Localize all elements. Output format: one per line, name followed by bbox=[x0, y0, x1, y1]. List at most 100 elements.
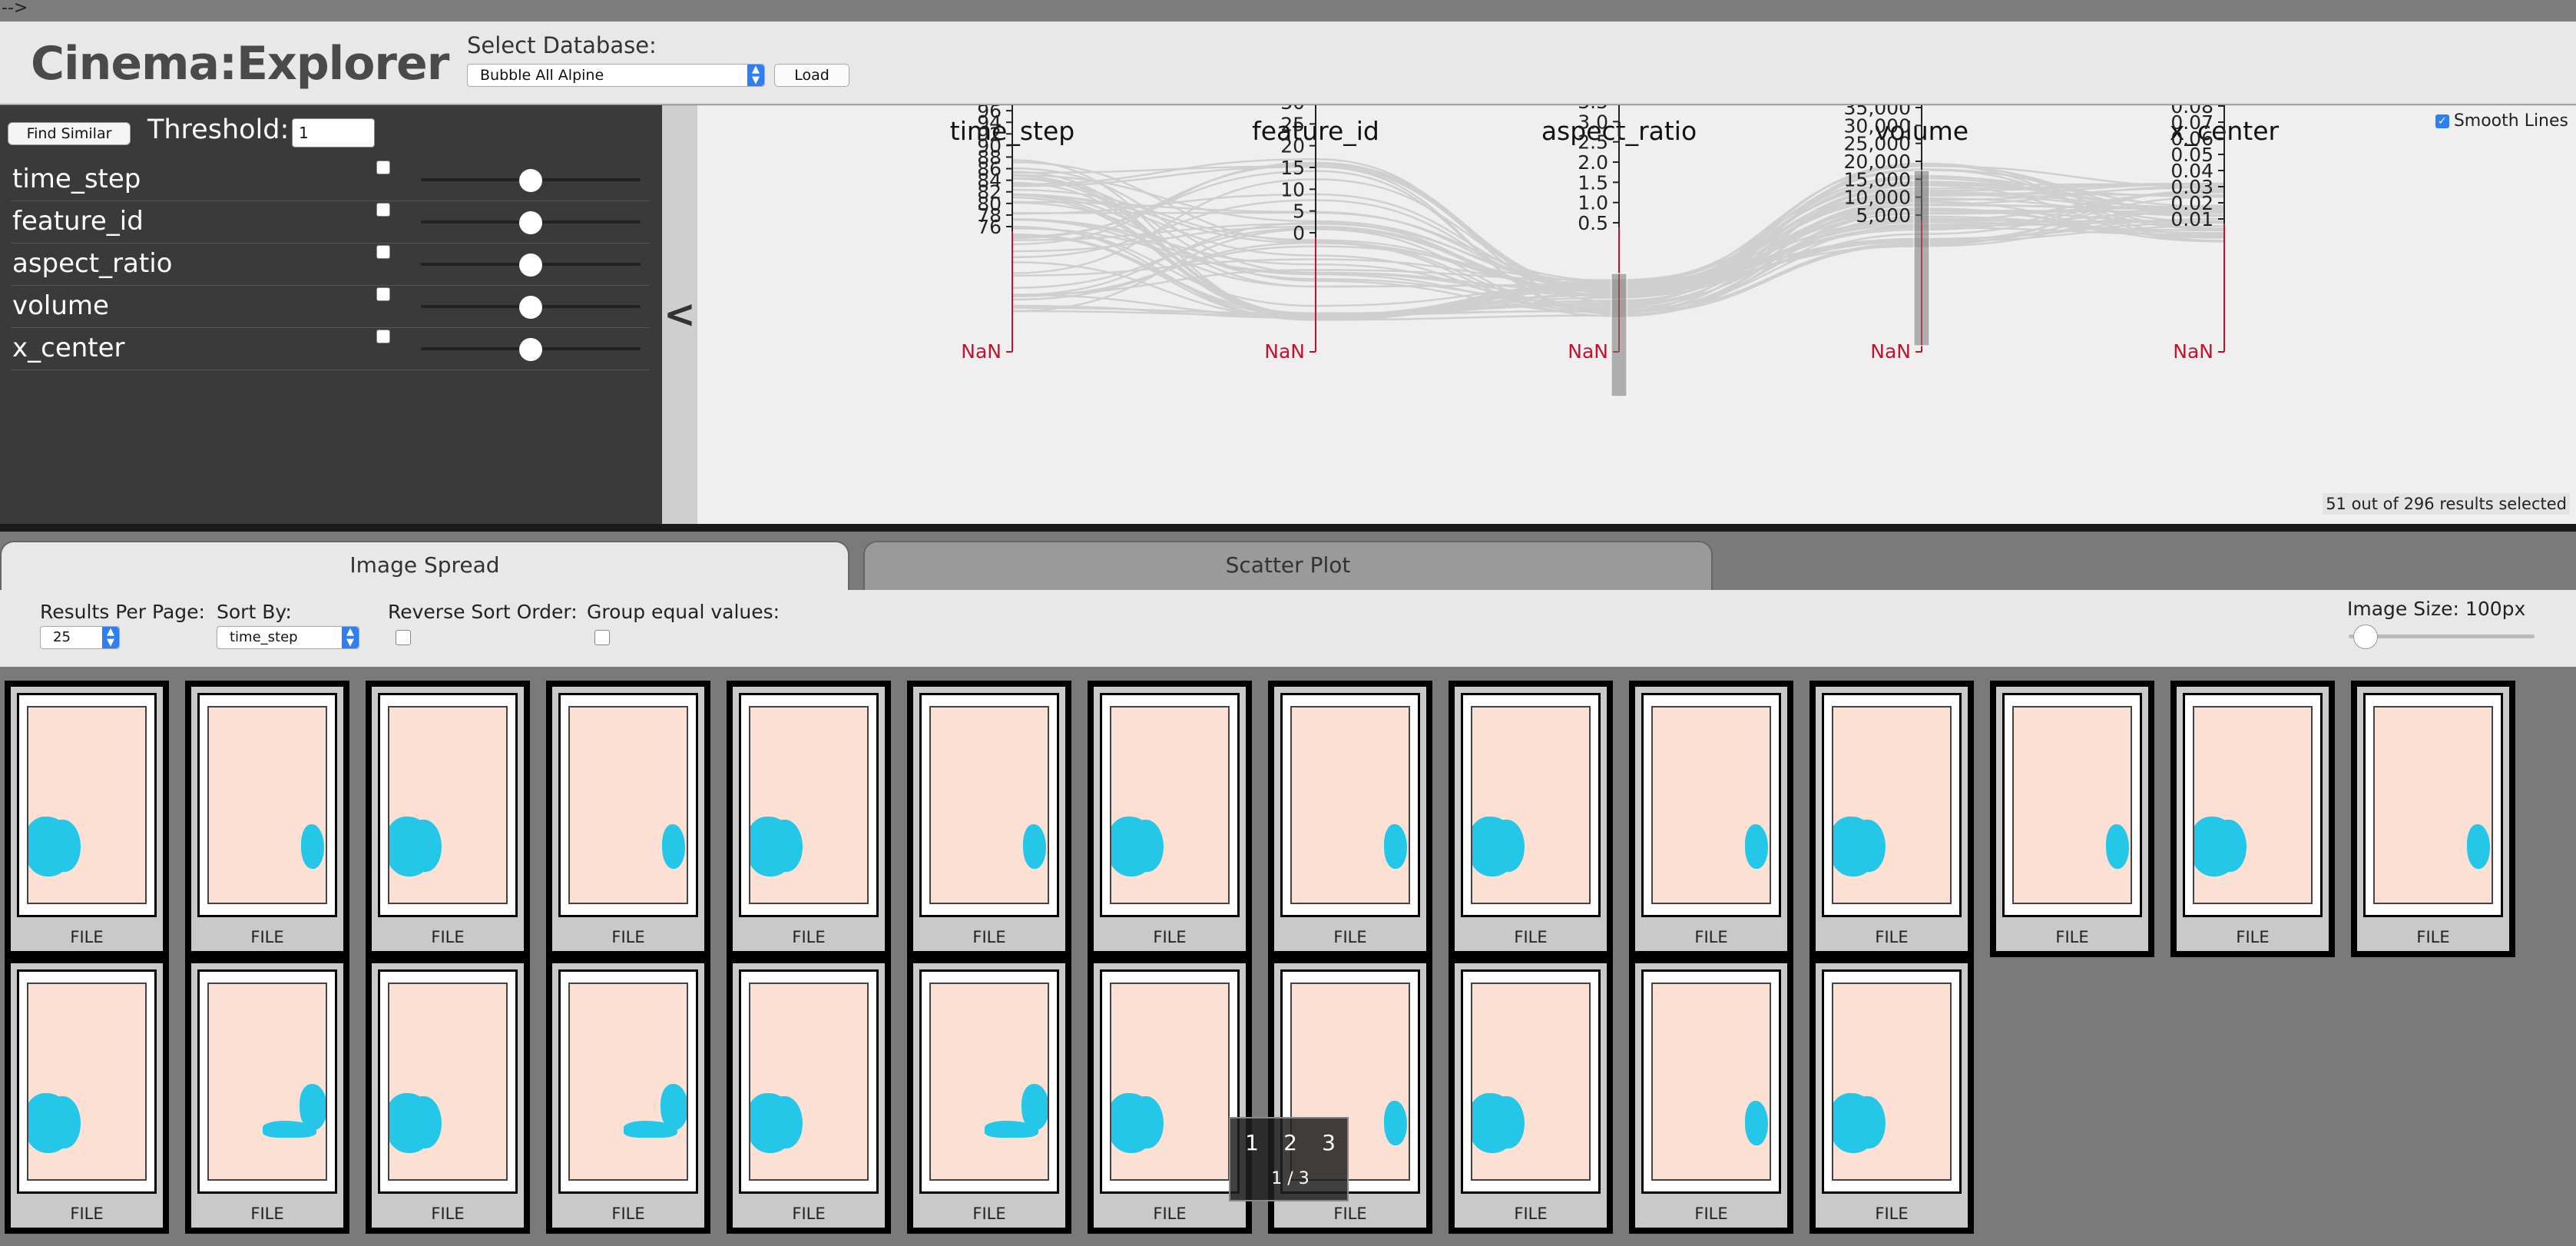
selection-count: 51 out of 296 results selected bbox=[2323, 493, 2570, 515]
find-similar-button[interactable]: Find Similar bbox=[8, 122, 131, 145]
image-card[interactable]: FILE bbox=[185, 957, 349, 1234]
file-label: FILE bbox=[2236, 928, 2270, 946]
dimension-weight-slider-handle[interactable] bbox=[519, 296, 542, 319]
bubble-shape bbox=[47, 820, 81, 872]
image-card[interactable]: FILE bbox=[727, 957, 891, 1234]
dimension-weight-slider-handle[interactable] bbox=[519, 338, 542, 361]
image-card[interactable]: FILE bbox=[5, 681, 169, 957]
axis-tick-label: 1.0 bbox=[1578, 192, 1608, 214]
axis-brush[interactable] bbox=[1913, 170, 1930, 346]
load-button[interactable]: Load bbox=[774, 64, 849, 87]
card-frame bbox=[1461, 693, 1601, 917]
dimension-checkbox[interactable] bbox=[376, 203, 390, 217]
nan-label: NaN bbox=[1264, 340, 1305, 363]
image-card[interactable]: FILE bbox=[1088, 957, 1252, 1234]
collapse-panel-button[interactable]: < bbox=[662, 105, 697, 524]
file-label: FILE bbox=[972, 928, 1006, 946]
smooth-lines-toggle[interactable]: ✓ Smooth Lines bbox=[2435, 111, 2568, 131]
file-label: FILE bbox=[972, 1205, 1006, 1223]
dimension-label: aspect_ratio bbox=[12, 248, 173, 279]
image-card[interactable]: FILE bbox=[1268, 681, 1432, 957]
dimension-weight-slider-handle[interactable] bbox=[519, 254, 542, 277]
image-card[interactable]: FILE bbox=[1629, 681, 1793, 957]
dimension-checkbox[interactable] bbox=[376, 245, 390, 259]
image-card[interactable]: FILE bbox=[1809, 681, 1974, 957]
dimension-checkbox[interactable] bbox=[376, 161, 390, 174]
image-card[interactable]: FILE bbox=[5, 957, 169, 1234]
axis-aspect_ratio[interactable]: aspect_ratio3.53.02.52.01.51.00.5NaN bbox=[1541, 105, 1697, 397]
reverse-sort-checkbox[interactable] bbox=[396, 630, 411, 645]
image-card[interactable]: FILE bbox=[1990, 681, 2154, 957]
tab-image-spread[interactable]: Image Spread bbox=[0, 541, 849, 590]
database-select-value: Bubble All Alpine bbox=[480, 67, 604, 84]
image-card[interactable]: FILE bbox=[546, 957, 710, 1234]
image-card[interactable]: FILE bbox=[727, 681, 891, 957]
result-image bbox=[749, 706, 869, 904]
card-frame bbox=[1100, 969, 1240, 1194]
card-frame bbox=[2183, 693, 2323, 917]
image-card[interactable]: FILE bbox=[1449, 681, 1613, 957]
image-card[interactable]: FILE bbox=[1449, 957, 1613, 1234]
result-image bbox=[1651, 706, 1771, 904]
threshold-input[interactable]: 1 bbox=[292, 118, 375, 147]
bubble-shape bbox=[1491, 820, 1525, 872]
top-comment-strip: --> bbox=[0, 0, 2576, 22]
axis-tick-label: 20 bbox=[1280, 135, 1305, 157]
image-size-slider-handle[interactable] bbox=[2353, 625, 2378, 649]
result-image bbox=[1110, 706, 1230, 904]
file-label: FILE bbox=[250, 1205, 284, 1223]
dimension-checkbox[interactable] bbox=[376, 330, 390, 343]
page-1-button[interactable]: 1 bbox=[1233, 1126, 1270, 1160]
image-card[interactable]: FILE bbox=[1629, 957, 1793, 1234]
database-select[interactable]: Bubble All Alpine ▲ ▼ bbox=[467, 64, 765, 87]
db-label: Select Database: bbox=[467, 32, 657, 58]
nan-label: NaN bbox=[1568, 340, 1608, 363]
axis-tick-label: 0.5 bbox=[1578, 212, 1608, 234]
axis-tick-label: 0 bbox=[1293, 222, 1305, 244]
file-label: FILE bbox=[1694, 1205, 1728, 1223]
bubble-shape bbox=[47, 1096, 81, 1148]
image-card[interactable]: FILE bbox=[2170, 681, 2335, 957]
file-label: FILE bbox=[611, 928, 645, 946]
nan-label: NaN bbox=[961, 340, 1002, 363]
dimension-weight-slider-handle[interactable] bbox=[519, 169, 542, 192]
image-card[interactable]: FILE bbox=[366, 957, 530, 1234]
dimension-weight-slider-handle[interactable] bbox=[519, 211, 542, 234]
page-3-button[interactable]: 3 bbox=[1310, 1126, 1347, 1160]
select-arrows-icon: ▲ ▼ bbox=[342, 627, 359, 648]
card-frame bbox=[919, 693, 1059, 917]
image-card[interactable]: FILE bbox=[366, 681, 530, 957]
result-image bbox=[568, 983, 688, 1181]
bubble-shape bbox=[769, 820, 803, 872]
group-equal-checkbox[interactable] bbox=[594, 630, 610, 645]
result-image bbox=[388, 983, 508, 1181]
pagination: 1 2 3 1 / 3 bbox=[1229, 1117, 1349, 1201]
dimension-checkbox[interactable] bbox=[376, 287, 390, 301]
dimension-label: volume bbox=[12, 290, 109, 321]
image-card[interactable]: FILE bbox=[546, 681, 710, 957]
image-card[interactable]: FILE bbox=[907, 681, 1071, 957]
results-per-page-select[interactable]: 25 ▲ ▼ bbox=[40, 626, 120, 649]
smooth-lines-label: Smooth Lines bbox=[2453, 111, 2568, 131]
panel-divider[interactable] bbox=[0, 524, 2576, 532]
dimension-label: time_step bbox=[12, 164, 141, 194]
axis-feature_id[interactable]: feature_id302520151050NaN bbox=[1252, 105, 1379, 363]
image-card[interactable]: FILE bbox=[185, 681, 349, 957]
bubble-shape bbox=[1130, 820, 1164, 872]
parallel-coordinates-plot[interactable]: time_step989694929088868482807876NaNfeat… bbox=[697, 105, 2576, 524]
smooth-lines-checkbox[interactable]: ✓ bbox=[2435, 114, 2449, 128]
tab-scatter-plot[interactable]: Scatter Plot bbox=[863, 541, 1713, 590]
sort-by-select[interactable]: time_step ▲ ▼ bbox=[217, 626, 359, 649]
file-label: FILE bbox=[250, 928, 284, 946]
axis-tick-label: 5,000 bbox=[1856, 204, 1911, 227]
image-card[interactable]: FILE bbox=[2351, 681, 2515, 957]
image-card[interactable]: FILE bbox=[907, 957, 1071, 1234]
page-2-button[interactable]: 2 bbox=[1272, 1126, 1309, 1160]
file-label: FILE bbox=[1153, 928, 1187, 946]
image-card[interactable]: FILE bbox=[1088, 681, 1252, 957]
dimension-row-x_center: x_center bbox=[11, 328, 650, 370]
image-card[interactable]: FILE bbox=[1809, 957, 1974, 1234]
axis-brush[interactable] bbox=[1611, 273, 1627, 397]
bubble-shape bbox=[408, 1096, 442, 1148]
card-frame bbox=[17, 693, 157, 917]
